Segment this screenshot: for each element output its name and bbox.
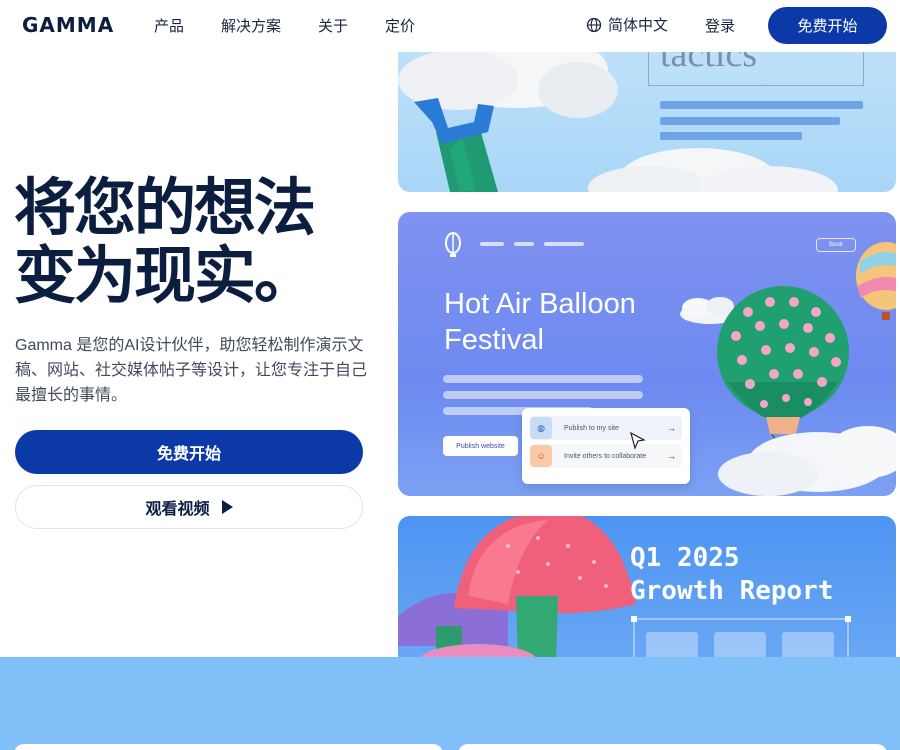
watch-video-button[interactable]: 观看视频 <box>15 485 363 529</box>
arrow-right-icon: → <box>667 451 676 461</box>
language-label: 简体中文 <box>608 17 669 34</box>
main-nav: 产品 解决方案 关于 定价 <box>154 15 452 36</box>
nav-item-pricing[interactable]: 定价 <box>385 15 415 36</box>
feature-card <box>458 744 887 750</box>
card3-title: Q1 2025 Growth Report <box>630 542 834 608</box>
showcase-card-tactics: tactics <box>398 40 896 192</box>
feature-card <box>14 744 443 750</box>
nav-item-about[interactable]: 关于 <box>318 15 348 36</box>
popup-item-label: Publish to my site <box>564 424 619 432</box>
publish-website-button[interactable]: Publish website <box>443 436 518 456</box>
popup-item-publish[interactable]: ◍ Publish to my site → <box>530 416 682 440</box>
text-bar <box>660 132 802 140</box>
text-bar <box>443 375 643 383</box>
hero-title-line-1: 将您的想法 <box>14 171 316 244</box>
features-band <box>0 657 900 750</box>
book-button[interactable]: Book <box>816 238 856 252</box>
card3-title-line-1: Q1 2025 <box>630 543 740 573</box>
nav-item-products[interactable]: 产品 <box>154 15 184 36</box>
hero-title: 将您的想法 变为现实。 <box>14 174 374 310</box>
nav-item-solutions[interactable]: 解决方案 <box>221 15 281 36</box>
login-link[interactable]: 登录 <box>705 15 735 36</box>
text-bar <box>660 101 863 109</box>
people-icon: ☺ <box>530 445 552 467</box>
gamma-logo[interactable]: GAMMA <box>22 13 114 37</box>
showcase-card-growth-report: Q1 2025 Growth Report <box>398 516 896 666</box>
text-bar <box>443 391 643 399</box>
showcase-card-balloon-festival: Book Hot Air Balloon Festival Publish we… <box>398 212 896 496</box>
globe-icon <box>586 17 602 32</box>
play-icon <box>221 500 233 514</box>
start-free-button[interactable]: 免费开始 <box>15 430 363 474</box>
globe-icon: ◍ <box>530 417 552 439</box>
card2-title-line-1: Hot Air Balloon <box>444 288 636 320</box>
hero-title-line-2: 变为现实。 <box>14 239 316 312</box>
language-selector[interactable]: 简体中文 <box>586 14 668 35</box>
header-start-free-button[interactable]: 免费开始 <box>768 7 887 44</box>
publish-popup: ◍ Publish to my site → ☺ Invite others t… <box>522 408 690 484</box>
top-header: GAMMA 产品 解决方案 关于 定价 简体中文 登录 免费开始 <box>0 0 900 52</box>
popup-item-invite[interactable]: ☺ Invite others to collaborate → <box>530 444 682 468</box>
popup-item-label: Invite others to collaborate <box>564 452 647 460</box>
hero-description: Gamma 是您的AI设计伙伴，助您轻松制作演示文稿、网站、社交媒体帖子等设计，… <box>15 337 368 404</box>
cursor-icon <box>630 432 646 450</box>
watch-video-label: 观看视频 <box>145 501 210 518</box>
text-bar <box>660 117 840 125</box>
arrow-right-icon: → <box>667 423 676 433</box>
card3-title-line-2: Growth Report <box>630 576 834 606</box>
card2-title: Hot Air Balloon Festival <box>444 286 636 358</box>
card2-title-line-2: Festival <box>444 324 544 356</box>
